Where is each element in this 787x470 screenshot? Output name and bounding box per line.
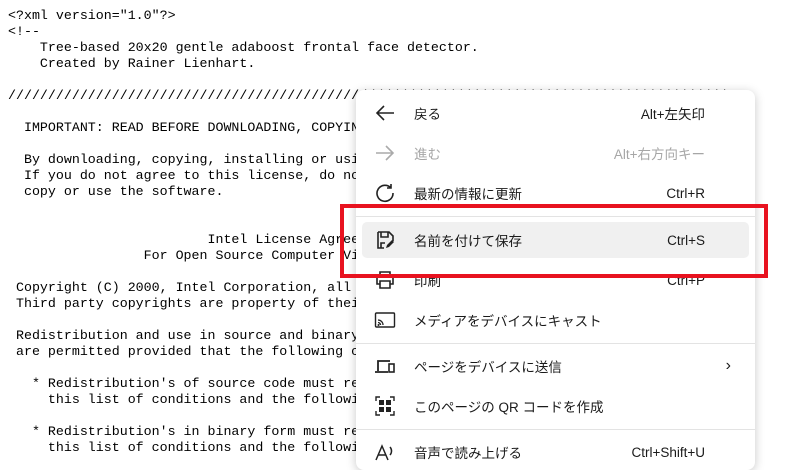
menu-label: このページの QR コードを作成 — [414, 400, 604, 415]
device-icon — [372, 355, 398, 377]
menu-item-cast[interactable]: メディアをデバイスにキャスト — [362, 302, 749, 338]
arrow-left-icon — [372, 102, 398, 124]
chevron-right-icon: › — [725, 357, 731, 374]
menu-label: 音声で読み上げる — [414, 446, 522, 461]
menu-shortcut: Ctrl+Shift+U — [631, 444, 705, 460]
menu-item-forward[interactable]: 進む Alt+右方向キー — [362, 135, 749, 171]
arrow-right-icon — [372, 142, 398, 164]
menu-label: ページをデバイスに送信 — [414, 360, 562, 375]
menu-label: 最新の情報に更新 — [414, 187, 522, 202]
menu-label: 戻る — [414, 107, 441, 122]
menu-label: 進む — [414, 147, 441, 162]
menu-shortcut: Alt+右方向キー — [613, 147, 705, 162]
refresh-icon — [372, 182, 398, 204]
context-menu: 戻る Alt+左矢印 進む Alt+右方向キー 最新の情報に更新 Ctrl+R … — [356, 90, 755, 470]
menu-separator — [356, 343, 755, 344]
cast-icon — [372, 309, 398, 331]
menu-item-send-to-device[interactable]: ページをデバイスに送信 › — [362, 348, 749, 384]
menu-shortcut: Ctrl+R — [666, 185, 705, 201]
read-aloud-icon — [372, 441, 398, 463]
menu-item-qr-code[interactable]: このページの QR コードを作成 — [362, 388, 749, 424]
menu-item-back[interactable]: 戻る Alt+左矢印 — [362, 95, 749, 131]
qr-icon — [372, 395, 398, 417]
menu-item-read-aloud[interactable]: 音声で読み上げる Ctrl+Shift+U — [362, 434, 749, 470]
highlight-annotation-box — [340, 204, 768, 278]
menu-shortcut: Alt+左矢印 — [640, 107, 705, 122]
menu-label: メディアをデバイスにキャスト — [414, 314, 602, 329]
menu-separator — [356, 429, 755, 430]
